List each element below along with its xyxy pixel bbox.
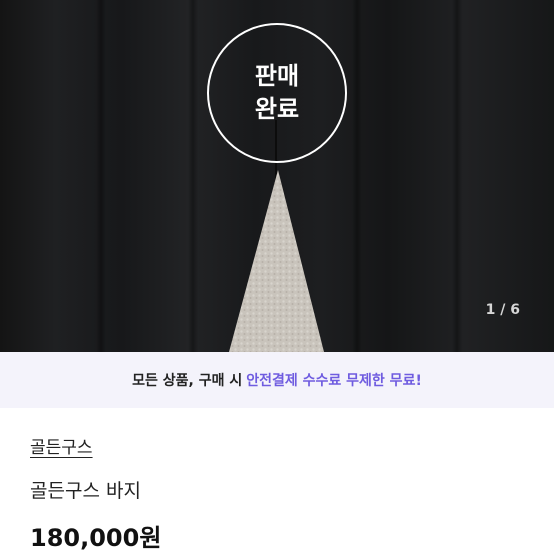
product-info: 골든구스 골든구스 바지 180,000원 xyxy=(0,408,554,553)
sold-out-badge: 판매 완료 xyxy=(207,23,347,163)
product-image[interactable]: 판매 완료 1 / 6 xyxy=(0,0,554,352)
image-counter: 1 / 6 xyxy=(485,302,520,318)
product-price: 180,000원 xyxy=(30,524,162,552)
product-title: 골든구스 바지 xyxy=(30,480,141,502)
promo-banner-highlight: 안전결제 수수료 무제한 무료! xyxy=(246,373,422,389)
promo-banner-text: 모든 상품, 구매 시 xyxy=(132,373,243,389)
sold-badge-line1: 판매 xyxy=(254,62,300,90)
brand-link[interactable]: 골든구스 xyxy=(30,433,93,458)
promo-banner[interactable]: 모든 상품, 구매 시 안전결제 수수료 무제한 무료! xyxy=(0,352,554,408)
sold-badge-line2: 완료 xyxy=(254,95,300,123)
